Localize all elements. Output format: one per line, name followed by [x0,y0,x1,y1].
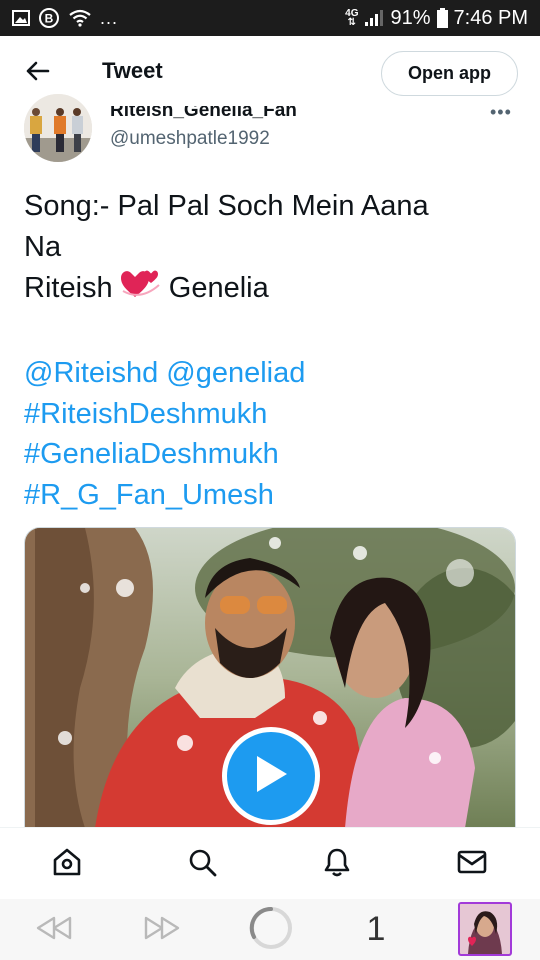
gallery-icon [12,10,30,26]
bottom-nav [0,827,540,899]
fast-forward-icon [143,915,181,946]
tweet-text: Song:- Pal Pal Soch Mein Aana Na Riteish… [24,186,520,515]
mention-link[interactable]: @geneliad [166,357,305,389]
signal-icon [364,9,384,27]
notifications-icon [321,846,353,883]
svg-text:B: B [45,12,54,26]
tweet-line: Song:- Pal Pal Soch Mein Aana [24,190,429,222]
messages-icon [456,846,488,883]
page-title: Tweet [102,58,163,83]
home-icon [51,846,83,883]
battery-percent: 91% [390,6,431,29]
tab-thumbnail[interactable] [458,902,512,956]
nav-search[interactable] [184,846,220,882]
hashtag-link[interactable]: #RiteishDeshmukh [24,394,520,435]
play-button[interactable] [222,727,320,825]
wifi-icon [68,9,92,27]
mention-link[interactable]: @Riteishd [24,357,158,389]
mentions-line: @Riteishd @geneliad [24,353,520,394]
back-button[interactable] [20,58,54,88]
reload-button[interactable] [248,906,294,955]
tweet-line: Na [24,230,62,263]
author-handle[interactable]: @umeshpatle1992 [110,128,270,150]
browser-bar: 1 [0,899,540,960]
tweet-line: Riteish Genelia [24,267,520,313]
open-app-button[interactable]: Open app [381,51,518,96]
nav-messages[interactable] [454,846,490,882]
rewind-button[interactable] [34,915,74,945]
hashtag-link[interactable]: #R_G_Fan_Umesh [24,475,520,516]
fast-forward-button[interactable] [142,915,182,945]
back-arrow-icon [24,60,50,87]
b-badge-icon: B [38,7,60,29]
play-icon [253,754,289,799]
nav-home[interactable] [49,846,85,882]
status-bar: B ... 4G ⇅ 91% 7:46 PM [0,0,540,36]
avatar[interactable] [24,94,92,162]
nav-notifications[interactable] [319,846,355,882]
top-bar: Tweet Open app [0,36,540,106]
more-notifications: ... [100,7,119,28]
network-type: 4G ⇅ [345,8,359,28]
rewind-icon [35,915,73,946]
loading-icon [249,906,293,955]
battery-icon [436,8,448,28]
tab-count[interactable]: 1 [358,907,394,951]
clock: 7:46 PM [453,6,528,29]
hashtag-link[interactable]: #GeneliaDeshmukh [24,434,520,475]
more-options-button[interactable]: ••• [490,102,512,123]
revolving-hearts-icon [120,267,161,313]
search-icon [186,846,218,883]
